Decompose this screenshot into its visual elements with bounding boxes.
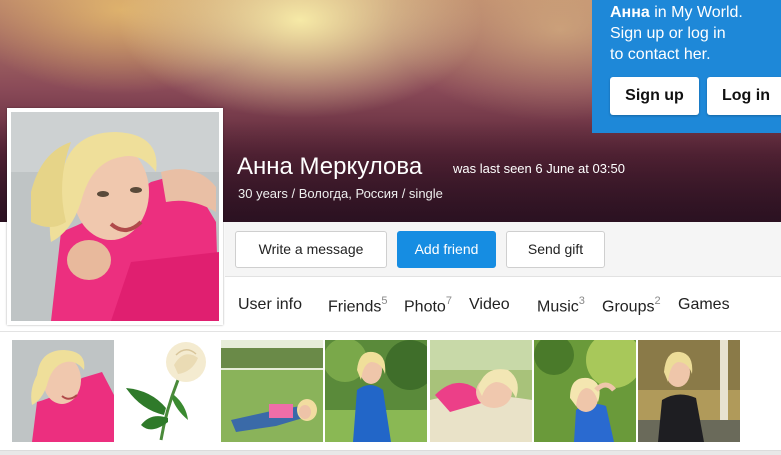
profile-details: 30 years / Вологда, Россия / single: [238, 186, 443, 201]
tab-music[interactable]: Music3: [537, 295, 585, 316]
photo-thumbnail[interactable]: [430, 340, 532, 442]
tab-groups[interactable]: Groups2: [602, 295, 661, 316]
last-seen-status: was last seen 6 June at 03:50: [453, 161, 626, 176]
login-button[interactable]: Log in: [707, 77, 781, 115]
photo-strip: [0, 333, 781, 455]
write-message-button[interactable]: Write a message: [235, 231, 387, 268]
tab-friends[interactable]: Friends5: [328, 295, 388, 316]
friends-count: 5: [381, 295, 388, 307]
photo-thumbnail[interactable]: [116, 340, 218, 442]
photo-thumbnail[interactable]: [12, 340, 114, 442]
login-prompt-name: Анна: [610, 4, 650, 21]
signup-button[interactable]: Sign up: [610, 77, 699, 115]
music-count: 3: [578, 295, 585, 307]
groups-count: 2: [654, 295, 661, 307]
tab-user-info[interactable]: User info: [238, 296, 302, 314]
photo-thumbnail[interactable]: [325, 340, 427, 442]
photo-thumbnail[interactable]: [221, 340, 323, 442]
tab-photo[interactable]: Photo7: [404, 295, 452, 316]
add-friend-button[interactable]: Add friend: [397, 231, 496, 268]
profile-name: Анна Меркулова: [237, 153, 423, 180]
photo-count: 7: [445, 295, 452, 307]
avatar[interactable]: [7, 108, 223, 325]
profile-tabs: User info Friends5 Photo7 Video Music3 G…: [225, 278, 781, 332]
photo-thumbnail[interactable]: [638, 340, 740, 442]
photo-thumbnail[interactable]: [534, 340, 636, 442]
tab-video[interactable]: Video: [469, 296, 510, 314]
send-gift-button[interactable]: Send gift: [506, 231, 605, 268]
tab-games[interactable]: Games: [678, 296, 730, 314]
avatar-photo: [11, 112, 219, 321]
profile-page: Анна in My World. Sign up or log in to c…: [0, 0, 781, 455]
login-prompt-text: Анна in My World. Sign up or log in to c…: [610, 4, 743, 63]
action-bar: Write a message Add friend Send gift: [225, 222, 781, 277]
login-prompt-box: Анна in My World. Sign up or log in to c…: [592, 0, 781, 133]
